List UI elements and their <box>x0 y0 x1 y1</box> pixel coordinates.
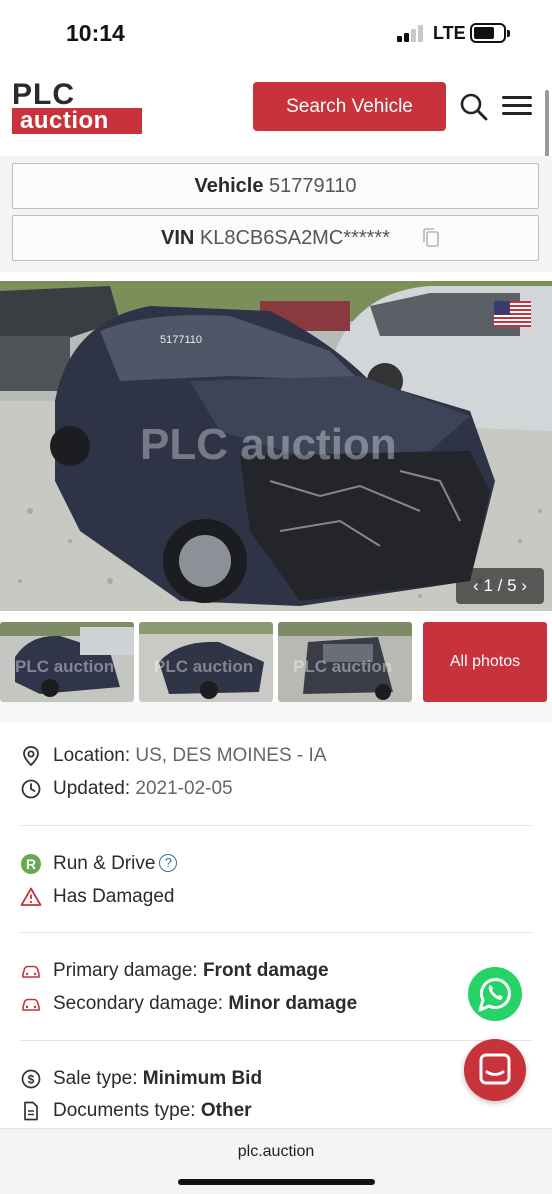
car-photo-image: 5177110 PLC auction <box>0 281 552 611</box>
section-spacer <box>0 702 552 722</box>
status-bar: 10:14 LTE <box>0 0 552 66</box>
us-flag-icon <box>494 301 531 327</box>
photo-plate-text: 5177110 <box>160 334 202 346</box>
lot-number: 51779110 <box>269 175 357 197</box>
thumbnail-photo[interactable]: PLC auction <box>0 622 134 702</box>
chevron-right-icon[interactable]: › <box>521 576 527 595</box>
chat-icon <box>479 1053 511 1085</box>
primary-damage-value: Front damage <box>202 960 329 981</box>
lot-number-box: Vehicle 51779110 <box>12 163 539 209</box>
thumbnail-photo[interactable]: PLC auction <box>278 622 412 702</box>
updated-label: Updated: <box>53 778 131 799</box>
vin-box: VIN KL8CB6SA2MC****** <box>12 215 539 261</box>
photo-page-indicator: 1 / 5 <box>483 576 517 595</box>
battery-icon <box>470 23 510 43</box>
thumbnail-photo[interactable]: PLC auction <box>139 622 273 702</box>
updated-value: 2021-02-05 <box>135 778 233 799</box>
sale-type-icon: $ <box>21 1069 41 1089</box>
document-icon <box>24 1101 38 1121</box>
primary-damage-label: Primary damage: <box>53 960 198 981</box>
signal-icon <box>397 25 425 42</box>
whatsapp-icon[interactable] <box>463 962 527 1026</box>
svg-text:PLC auction: PLC auction <box>15 657 114 676</box>
vehicle-main-photo[interactable]: 5177110 PLC auction <box>0 281 552 611</box>
search-vehicle-button[interactable]: Search Vehicle <box>253 82 446 131</box>
car-damage-icon <box>22 998 40 1011</box>
copy-icon[interactable] <box>421 227 441 249</box>
svg-text:$: $ <box>28 1073 35 1087</box>
location-label: Location: <box>53 745 131 766</box>
browser-bottom-bar: plc.auction <box>0 1128 552 1194</box>
secondary-damage-value: Minor damage <box>228 993 358 1014</box>
help-icon[interactable]: ? <box>159 854 178 872</box>
sale-type-label: Sale type: <box>53 1068 138 1089</box>
vin-label: VIN <box>160 227 195 249</box>
divider <box>20 825 532 826</box>
svg-text:PLC auction: PLC auction <box>293 657 392 676</box>
divider <box>20 932 532 933</box>
photo-pager[interactable]: ‹ 1 / 5 › <box>456 568 544 604</box>
photo-watermark: PLC auction <box>140 420 397 469</box>
secondary-damage-label: Secondary damage: <box>53 993 224 1014</box>
all-photos-button[interactable]: All photos <box>423 622 547 702</box>
warning-icon <box>20 887 42 906</box>
svg-text:PLC auction: PLC auction <box>154 657 253 676</box>
search-icon[interactable] <box>459 92 489 122</box>
run-drive-label: Run & Drive <box>53 853 156 874</box>
svg-text:R: R <box>26 856 36 872</box>
chat-button[interactable] <box>464 1039 526 1101</box>
logo-auction-text: auction <box>12 108 142 134</box>
logo-plc-text: PLC <box>12 78 75 111</box>
has-damaged-label: Has Damaged <box>53 886 175 907</box>
lot-label: Vehicle <box>194 175 264 197</box>
run-drive-badge-icon: R <box>21 854 41 874</box>
vin-value: KL8CB6SA2MC****** <box>199 227 390 249</box>
status-time: 10:14 <box>66 20 125 46</box>
divider <box>20 1040 532 1041</box>
chevron-left-icon[interactable]: ‹ <box>473 576 479 595</box>
documents-label: Documents type: <box>53 1100 196 1121</box>
network-label: LTE <box>433 23 466 43</box>
hamburger-menu-icon[interactable] <box>502 96 532 118</box>
location-value: US, DES MOINES - IA <box>135 745 327 766</box>
documents-value: Other <box>200 1100 252 1121</box>
clock-icon <box>21 779 41 799</box>
url-bar[interactable]: plc.auction <box>0 1143 552 1161</box>
car-damage-icon <box>22 965 40 978</box>
plc-auction-logo[interactable]: PLC auction <box>12 80 144 136</box>
home-indicator[interactable] <box>178 1179 375 1185</box>
site-header: PLC auction Search Vehicle <box>0 66 552 156</box>
photo-thumbnails: PLC auction PLC auction PLC auction All … <box>0 622 552 702</box>
vehicle-id-section: Vehicle 51779110 VIN KL8CB6SA2MC****** <box>0 156 552 272</box>
sale-type-value: Minimum Bid <box>142 1068 263 1089</box>
location-pin-icon <box>23 746 39 767</box>
